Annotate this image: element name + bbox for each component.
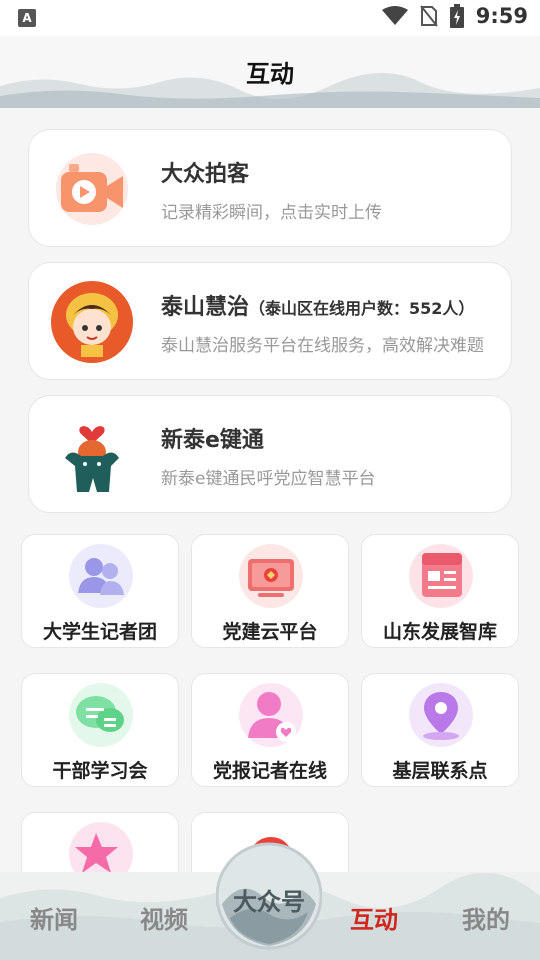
news-icon [409, 544, 473, 608]
tile-label: 山东发展智库 [382, 621, 497, 643]
tile-cadre-study[interactable]: 干部学习会 [21, 673, 179, 787]
card-xintai-ejiantong[interactable]: 新泰e键通 新泰e键通民呼党应智慧平台 [28, 395, 512, 513]
online-user-count: （泰山区在线用户数：552人） [249, 299, 475, 318]
card-desc: 新泰e键通民呼党应智慧平台 [161, 469, 376, 489]
chat-bubble-icon [69, 683, 133, 747]
tile-label: 基层联系点 [392, 760, 488, 782]
nav-interact[interactable]: 互动 [350, 900, 398, 935]
status-time: 9:59 [475, 4, 528, 28]
tile-label: 党报记者在线 [212, 760, 327, 782]
video-camera-icon [51, 148, 133, 230]
wifi-icon [381, 6, 408, 25]
card-title: 新泰e键通 [161, 428, 264, 453]
mascot-avatar-icon [51, 281, 133, 363]
tile-party-reporter-online[interactable]: 党报记者在线 [191, 673, 349, 787]
page-header: 互动 [0, 36, 540, 108]
tile-label: 干部学习会 [52, 760, 148, 782]
card-title-main: 泰山慧治 [161, 295, 250, 320]
card-taishan-huizhi[interactable]: 泰山慧治（泰山区在线用户数：552人） 泰山慧治服务平台在线服务，高效解决难题 [28, 262, 512, 380]
user-heart-icon [239, 683, 303, 747]
tile-student-reporters[interactable]: 大学生记者团 [21, 534, 179, 648]
card-title: 泰山慧治（泰山区在线用户数：552人） [161, 289, 474, 321]
tile-grassroots-contact[interactable]: 基层联系点 [361, 673, 519, 787]
nav-video[interactable]: 视频 [140, 900, 188, 935]
tile-label: 党建云平台 [222, 621, 318, 643]
card-desc: 记录精彩瞬间，点击实时上传 [161, 203, 382, 223]
tile-party-cloud[interactable]: 党建云平台 [191, 534, 349, 648]
status-bar: A 9:59 [0, 0, 540, 36]
card-desc: 泰山慧治服务平台在线服务，高效解决难题 [161, 336, 484, 356]
location-pin-icon [409, 683, 473, 747]
battery-charging-icon [449, 4, 464, 28]
mascot-heart-icon [51, 414, 133, 496]
card-dazhong-paike[interactable]: 大众拍客 记录精彩瞬间，点击实时上传 [28, 129, 512, 247]
nav-mine[interactable]: 我的 [462, 900, 510, 935]
users-icon [69, 544, 133, 608]
tile-shandong-think-tank[interactable]: 山东发展智库 [361, 534, 519, 648]
card-title: 大众拍客 [161, 162, 250, 187]
nav-news[interactable]: 新闻 [30, 900, 78, 935]
center-button-label: 大众号 [233, 888, 305, 916]
party-screen-icon [239, 544, 303, 608]
no-sim-icon [419, 5, 438, 27]
page-title: 互动 [246, 60, 294, 88]
notification-a-icon: A [18, 9, 36, 27]
tile-label: 大学生记者团 [42, 621, 157, 643]
nav-dazhong-center-button[interactable]: 大众号 [215, 818, 323, 950]
